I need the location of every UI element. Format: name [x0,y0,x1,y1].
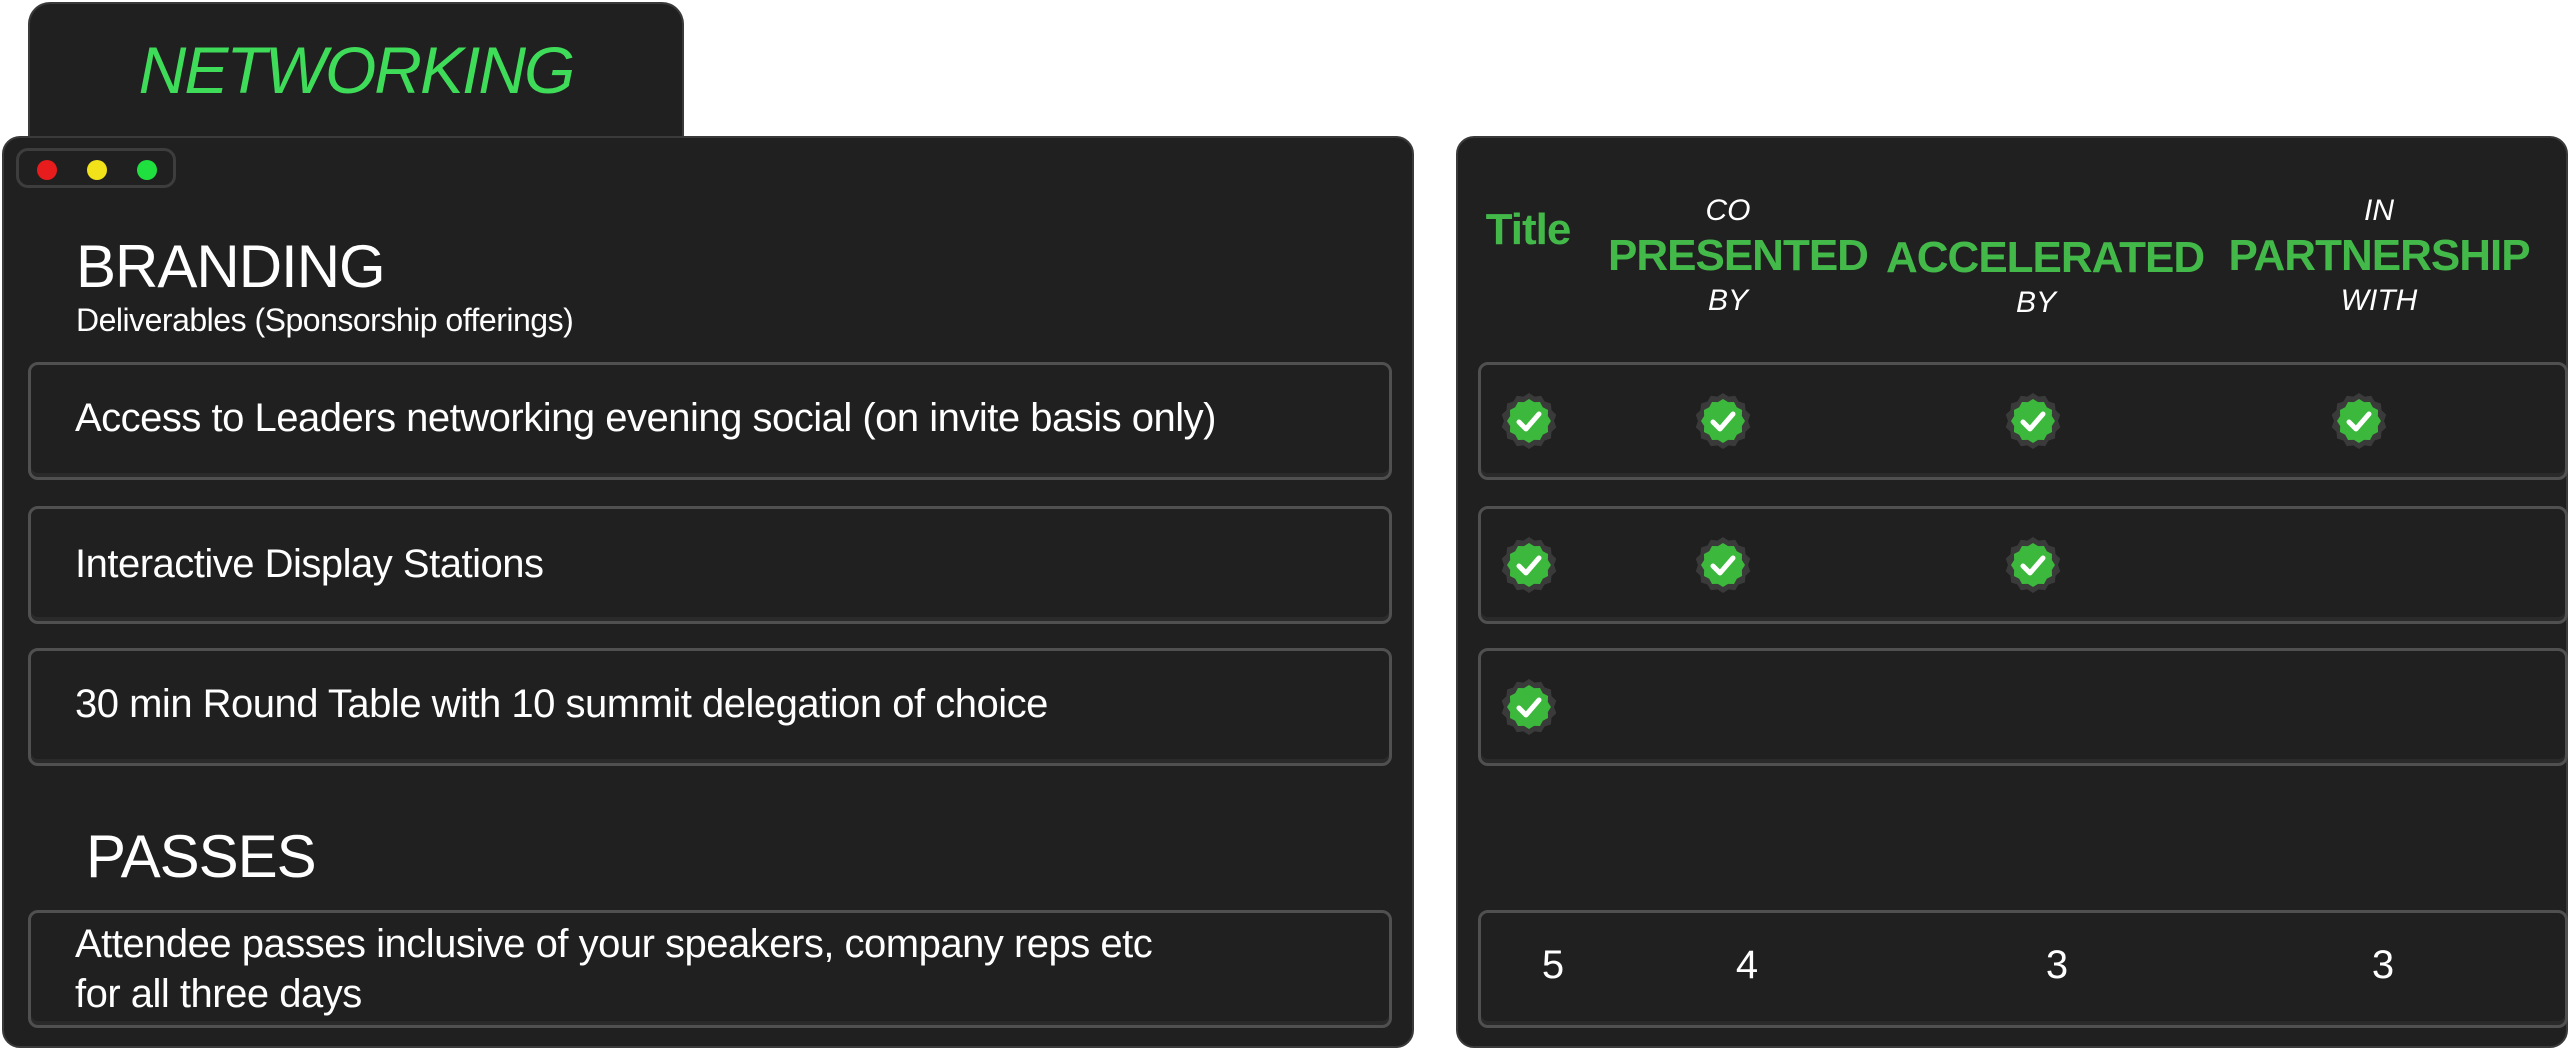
deliverables-window: BRANDING Deliverables (Sponsorship offer… [2,136,1414,1048]
column-header-partnership: IN PARTNERSHIP WITH [2228,194,2530,317]
pass-count-co-presented: 4 [1735,943,1759,987]
check-badge-icon [1501,679,1557,735]
check-badge-icon [2331,393,2387,449]
pass-count-row: 5 4 3 3 [1478,910,2568,1028]
check-badge-icon [2005,393,2061,449]
branding-subtitle: Deliverables (Sponsorship offerings) [76,302,574,338]
tier-row [1478,648,2568,766]
branding-title: BRANDING [76,233,386,300]
pass-count-title: 5 [1541,943,1565,987]
deliverable-label: Interactive Display Stations [75,542,544,586]
deliverable-label: Access to Leaders networking evening soc… [75,396,1216,440]
check-badge-icon [1501,537,1557,593]
deliverable-row: Interactive Display Stations [28,506,1392,624]
check-badge-icon [1695,393,1751,449]
deliverable-label: 30 min Round Table with 10 summit delega… [75,682,1048,726]
column-header-title: Title [1485,205,1572,254]
check-badge-icon [2005,537,2061,593]
window-controls [16,148,176,188]
pass-count-accelerated: 3 [2045,943,2069,987]
maximize-dot-icon[interactable] [137,160,157,180]
minimize-dot-icon[interactable] [87,160,107,180]
passes-row: Attendee passes inclusive of your speake… [28,910,1392,1028]
tiers-panel: Title CO PRESENTED BY ACCELERATED BY IN … [1456,136,2568,1048]
check-badge-icon [1695,537,1751,593]
close-dot-icon[interactable] [37,160,57,180]
passes-label-line1: Attendee passes inclusive of your speake… [75,922,1153,966]
deliverable-row: 30 min Round Table with 10 summit delega… [28,648,1392,766]
pass-count-partnership: 3 [2371,943,2395,987]
tab-title: NETWORKING [138,33,576,107]
passes-label-line2: for all three days [75,972,362,1016]
check-badge-icon [1501,393,1557,449]
passes-title: PASSES [86,823,317,890]
column-header-accelerated: ACCELERATED BY [1886,233,2205,319]
deliverable-row: Access to Leaders networking evening soc… [28,362,1392,480]
column-header-co-presented: CO PRESENTED BY [1608,194,1869,317]
